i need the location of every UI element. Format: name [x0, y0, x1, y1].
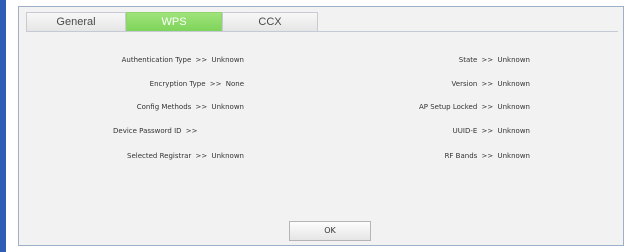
field-label: Version: [451, 80, 478, 88]
ap-setup-locked-row: AP Setup Locked >> Unknown: [419, 103, 530, 111]
field-separator: >>: [195, 56, 208, 64]
field-separator: >>: [209, 80, 222, 88]
rf-bands-row: RF Bands >> Unknown: [445, 152, 530, 160]
field-value: Unknown: [497, 56, 531, 64]
config-methods-row: Config Methods >> Unknown: [137, 103, 244, 111]
field-value: Unknown: [497, 80, 531, 88]
field-label: RF Bands: [444, 152, 478, 160]
device-password-id-row: Device Password ID >>: [113, 127, 200, 135]
field-separator: >>: [195, 152, 208, 160]
field-value: None: [225, 80, 244, 88]
uuid-e-row: UUID-E >> Unknown: [453, 127, 530, 135]
field-label: UUID-E: [452, 127, 478, 135]
tab-ccx[interactable]: CCX: [222, 12, 318, 31]
version-row: Version >> Unknown: [452, 80, 530, 88]
field-separator: >>: [481, 56, 494, 64]
tab-divider: [26, 31, 618, 32]
field-separator: >>: [481, 80, 494, 88]
tab-wps[interactable]: WPS: [126, 12, 222, 31]
field-separator: >>: [481, 152, 494, 160]
field-value: Unknown: [211, 103, 245, 111]
tab-bar: General WPS CCX: [22, 12, 617, 32]
field-value: Unknown: [211, 56, 245, 64]
field-label: Authentication Type: [121, 56, 192, 64]
window-left-border: [0, 0, 6, 252]
field-separator: >>: [185, 127, 198, 135]
authentication-type-row: Authentication Type >> Unknown: [122, 56, 244, 64]
field-label: Encryption Type: [149, 80, 206, 88]
field-label: State: [458, 56, 478, 64]
field-separator: >>: [481, 103, 494, 111]
wps-panel: [18, 6, 624, 246]
field-label: Selected Registrar: [127, 152, 192, 160]
field-value: Unknown: [497, 152, 531, 160]
field-value: Unknown: [497, 127, 531, 135]
field-label: AP Setup Locked: [419, 103, 478, 111]
tab-general[interactable]: General: [26, 12, 126, 31]
field-label: Device Password ID: [113, 127, 182, 135]
field-value: Unknown: [497, 103, 531, 111]
selected-registrar-row: Selected Registrar >> Unknown: [127, 152, 244, 160]
encryption-type-row: Encryption Type >> None: [150, 80, 244, 88]
field-value: Unknown: [211, 152, 245, 160]
field-separator: >>: [195, 103, 208, 111]
field-separator: >>: [481, 127, 494, 135]
field-label: Config Methods: [136, 103, 192, 111]
state-row: State >> Unknown: [459, 56, 530, 64]
ok-button[interactable]: OK: [289, 221, 371, 241]
